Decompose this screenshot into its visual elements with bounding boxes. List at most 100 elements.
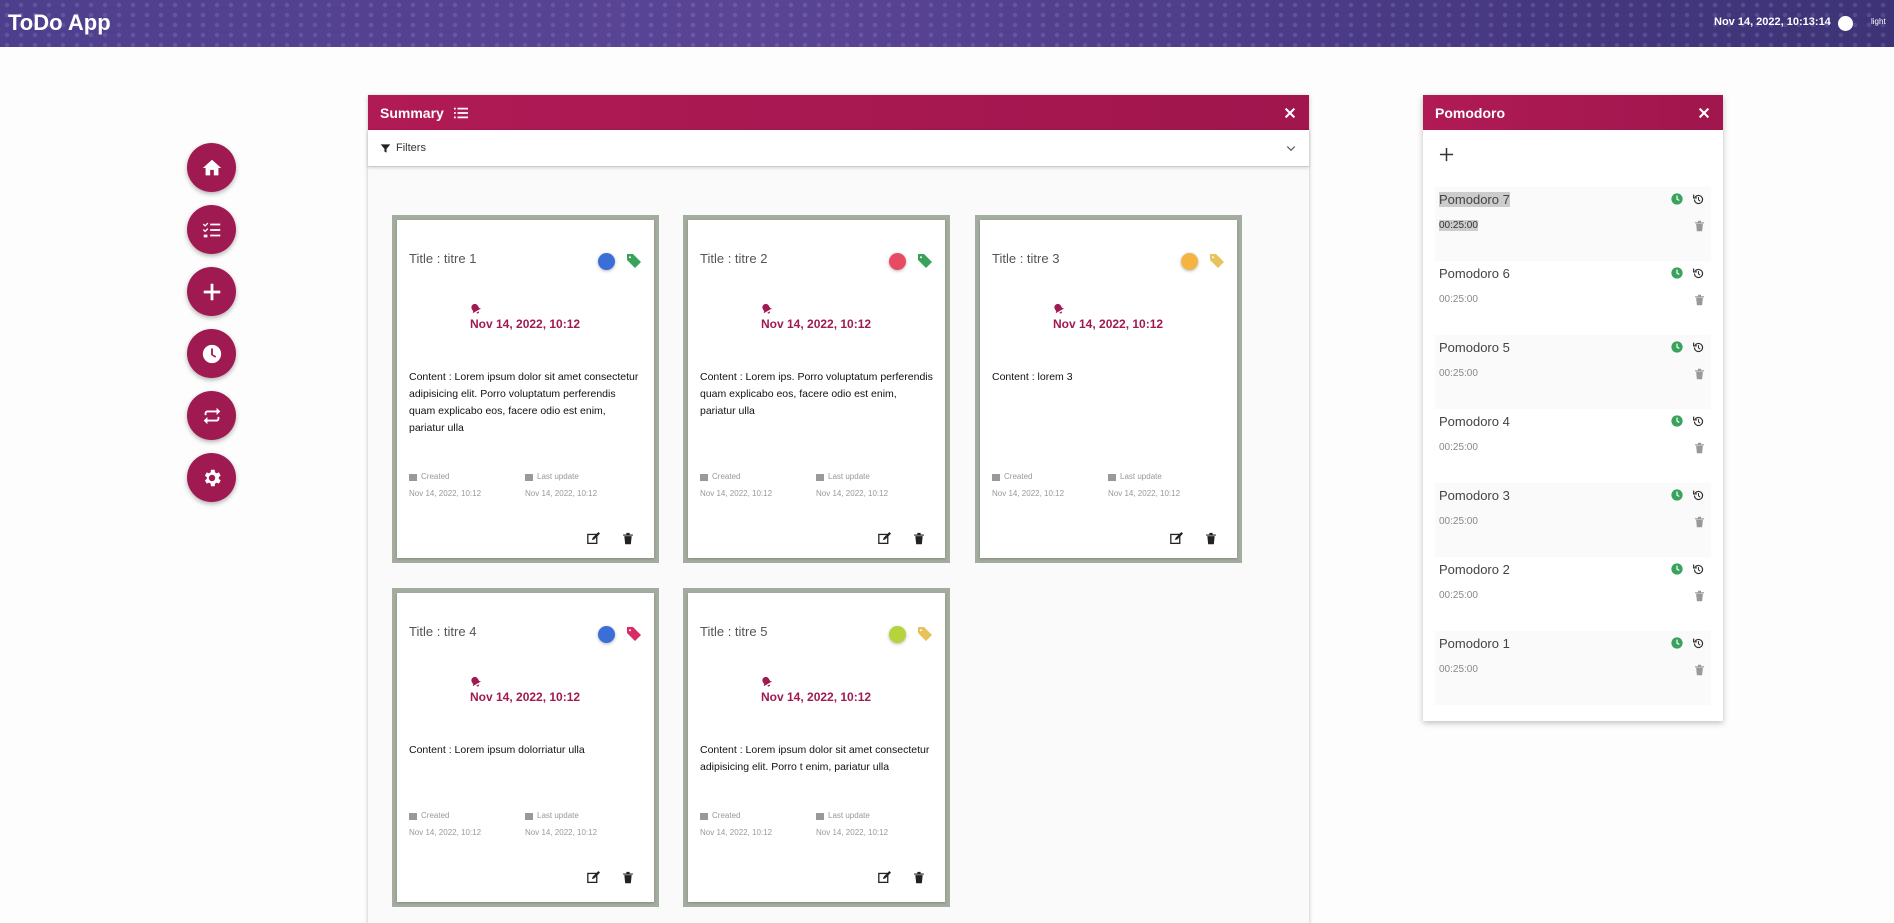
- created-value: Nov 14, 2022, 10:12: [700, 489, 773, 498]
- nav-tasks-button[interactable]: [187, 205, 236, 254]
- pomodoro-item[interactable]: Pomodoro 6 00:25:00: [1435, 261, 1711, 335]
- pomodoro-time: 00:25:00: [1439, 516, 1478, 527]
- start-timer-icon[interactable]: [1671, 193, 1683, 205]
- side-nav: [187, 143, 236, 515]
- close-icon[interactable]: [1283, 106, 1297, 120]
- theme-label: light: [1871, 17, 1886, 26]
- card-content: Content : Lorem ips. Porro voluptatum pe…: [700, 371, 933, 417]
- reminder-date: Nov 14, 2022, 10:12: [761, 690, 872, 704]
- summary-panel: Summary Filters Title : titre 1 Nov 14, …: [368, 95, 1309, 923]
- created-meta: Created Nov 14, 2022, 10:12: [700, 811, 772, 837]
- reset-icon[interactable]: [1692, 637, 1705, 650]
- calendar-icon: [992, 473, 1000, 481]
- pomodoro-name: Pomodoro 7: [1439, 192, 1510, 207]
- trash-icon[interactable]: [913, 871, 925, 884]
- pomodoro-panel: Pomodoro Pomodoro 7 00:25:00 Pomodoro 6 …: [1423, 95, 1723, 721]
- card-title: Title : titre 5: [700, 624, 768, 639]
- updated-meta: Last update Nov 14, 2022, 10:12: [525, 811, 597, 837]
- plus-icon: [203, 283, 220, 300]
- nav-sync-button[interactable]: [187, 391, 236, 440]
- trash-icon[interactable]: [622, 532, 634, 545]
- created-meta: Created Nov 14, 2022, 10:12: [409, 472, 481, 498]
- trash-icon[interactable]: [1694, 442, 1705, 454]
- todo-card: Title : titre 3 Nov 14, 2022, 10:12 Cont…: [975, 215, 1242, 563]
- updated-value: Nov 14, 2022, 10:12: [1108, 489, 1181, 498]
- card-title: Title : titre 1: [409, 251, 477, 266]
- reset-icon[interactable]: [1692, 341, 1705, 354]
- trash-icon[interactable]: [913, 532, 925, 545]
- edit-icon[interactable]: [587, 871, 600, 884]
- reset-icon[interactable]: [1692, 489, 1705, 502]
- tag-icon[interactable]: [626, 626, 642, 642]
- pomodoro-item[interactable]: Pomodoro 5 00:25:00: [1435, 335, 1711, 409]
- trash-icon[interactable]: [1694, 664, 1705, 676]
- tag-icon[interactable]: [917, 253, 933, 269]
- updated-value: Nov 14, 2022, 10:12: [525, 828, 598, 837]
- created-label: Created: [1004, 472, 1033, 481]
- reminder-date: Nov 14, 2022, 10:12: [761, 317, 872, 331]
- pomodoro-header: Pomodoro: [1423, 95, 1723, 130]
- filters-bar[interactable]: Filters: [368, 130, 1309, 167]
- reset-icon[interactable]: [1692, 563, 1705, 576]
- trash-icon[interactable]: [1694, 516, 1705, 528]
- trash-icon[interactable]: [1694, 294, 1705, 306]
- pomodoro-item[interactable]: Pomodoro 1 00:25:00: [1435, 631, 1711, 705]
- pomodoro-item[interactable]: Pomodoro 4 00:25:00: [1435, 409, 1711, 483]
- reset-icon[interactable]: [1692, 193, 1705, 206]
- start-timer-icon[interactable]: [1671, 489, 1683, 501]
- pomodoro-time: 00:25:00: [1439, 664, 1478, 675]
- trash-icon[interactable]: [1694, 220, 1705, 232]
- trash-icon[interactable]: [622, 871, 634, 884]
- header-pattern: [0, 0, 1894, 47]
- todo-card-body: Title : titre 5 Nov 14, 2022, 10:12 Cont…: [688, 593, 945, 902]
- nav-add-button[interactable]: [187, 267, 236, 316]
- start-timer-icon[interactable]: [1671, 341, 1683, 353]
- updated-value: Nov 14, 2022, 10:12: [525, 489, 598, 498]
- reminder-date: Nov 14, 2022, 10:12: [470, 690, 581, 704]
- pomodoro-name: Pomodoro 5: [1439, 340, 1510, 355]
- tag-icon[interactable]: [917, 626, 933, 642]
- list-icon[interactable]: [453, 106, 468, 120]
- pomodoro-title: Pomodoro: [1435, 104, 1505, 121]
- nav-settings-button[interactable]: [187, 453, 236, 502]
- add-pomodoro-icon[interactable]: [1439, 147, 1454, 162]
- pomodoro-time: 00:25:00: [1439, 220, 1478, 231]
- todo-card-body: Title : titre 3 Nov 14, 2022, 10:12 Cont…: [980, 220, 1237, 558]
- edit-icon[interactable]: [878, 871, 891, 884]
- created-value: Nov 14, 2022, 10:12: [700, 828, 773, 837]
- nav-pomodoro-button[interactable]: [187, 329, 236, 378]
- start-timer-icon[interactable]: [1671, 637, 1683, 649]
- tag-icon[interactable]: [626, 253, 642, 269]
- close-icon[interactable]: [1697, 106, 1711, 120]
- created-label: Created: [421, 472, 450, 481]
- theme-toggle[interactable]: [1838, 16, 1853, 31]
- todo-card: Title : titre 5 Nov 14, 2022, 10:12 Cont…: [683, 588, 950, 907]
- trash-icon[interactable]: [1205, 532, 1217, 545]
- reset-icon[interactable]: [1692, 267, 1705, 280]
- trash-icon[interactable]: [1694, 368, 1705, 380]
- created-value: Nov 14, 2022, 10:12: [992, 489, 1065, 498]
- start-timer-icon[interactable]: [1671, 563, 1683, 575]
- tag-icon[interactable]: [1209, 253, 1225, 269]
- pomodoro-item[interactable]: Pomodoro 2 00:25:00: [1435, 557, 1711, 631]
- todo-card: Title : titre 4 Nov 14, 2022, 10:12 Cont…: [392, 588, 659, 907]
- start-timer-icon[interactable]: [1671, 415, 1683, 427]
- pomodoro-item[interactable]: Pomodoro 7 00:25:00: [1435, 187, 1711, 261]
- edit-icon[interactable]: [1170, 532, 1183, 545]
- chevron-down-icon[interactable]: [1285, 142, 1297, 154]
- edit-icon[interactable]: [878, 532, 891, 545]
- edit-icon[interactable]: [587, 532, 600, 545]
- nav-home-button[interactable]: [187, 143, 236, 192]
- pomodoro-item[interactable]: Pomodoro 3 00:25:00: [1435, 483, 1711, 557]
- trash-icon[interactable]: [1694, 590, 1705, 602]
- last-update-label: Last update: [537, 472, 579, 481]
- updated-value: Nov 14, 2022, 10:12: [816, 489, 889, 498]
- todo-card-body: Title : titre 2 Nov 14, 2022, 10:12 Cont…: [688, 220, 945, 558]
- calendar-icon: [409, 473, 417, 481]
- priority-dot: [598, 253, 615, 270]
- created-meta: Created Nov 14, 2022, 10:12: [409, 811, 481, 837]
- calendar-icon: [700, 812, 708, 820]
- reset-icon[interactable]: [1692, 415, 1705, 428]
- bell-icon: [762, 303, 772, 314]
- start-timer-icon[interactable]: [1671, 267, 1683, 279]
